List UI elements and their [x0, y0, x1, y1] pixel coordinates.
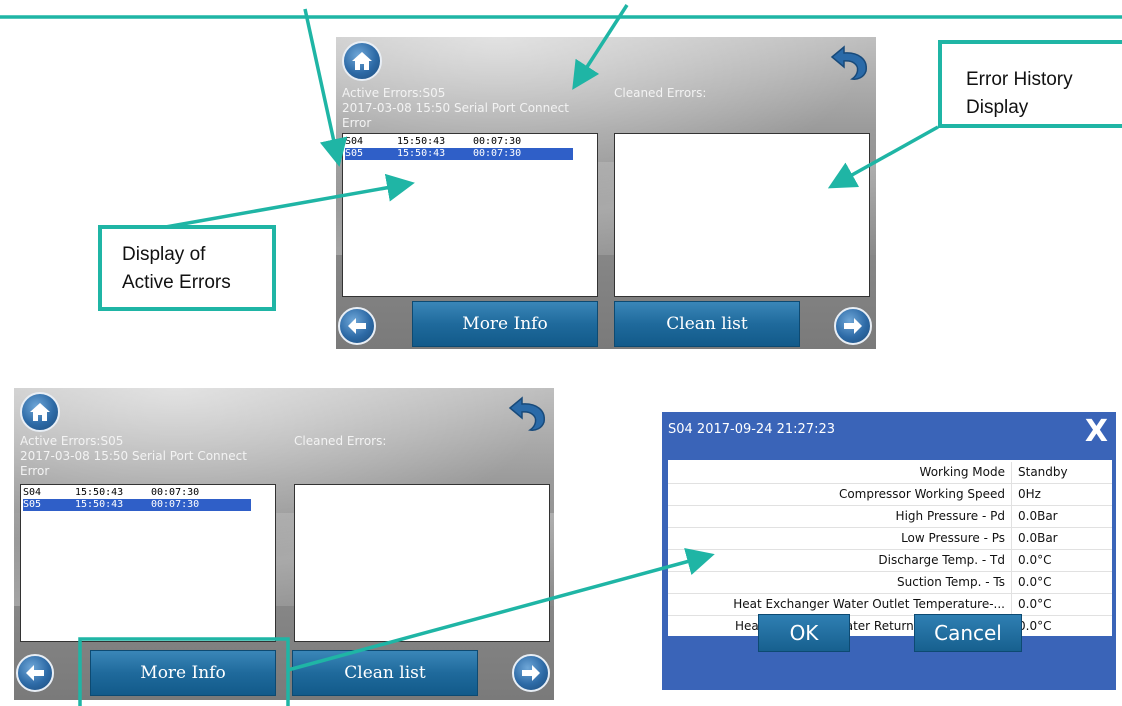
undo-icon[interactable] [826, 43, 872, 81]
home-icon [30, 403, 50, 421]
error-code: S05 [23, 499, 42, 510]
active-errors-label: Active Errors:S05 [342, 86, 446, 100]
undo-icon[interactable] [504, 394, 550, 432]
error-duration: 00:07:30 [473, 136, 522, 147]
cancel-button[interactable]: Cancel [914, 614, 1022, 652]
row-value: 0Hz [1018, 487, 1041, 501]
next-page-button[interactable] [834, 307, 872, 345]
arrow-left-icon [26, 665, 44, 681]
callout-active-errors: Display of Active Errors [98, 225, 276, 311]
error-duration: 00:07:30 [151, 487, 200, 498]
active-errors-list[interactable]: S04 15:50:43 00:07:30 S05 15:50:43 00:07… [342, 133, 598, 297]
arrow-left-icon [348, 318, 366, 334]
home-button[interactable] [20, 392, 60, 432]
arrow-right-icon [844, 318, 862, 334]
error-code: S04 [345, 136, 364, 147]
row-value: 0.0Bar [1018, 531, 1058, 545]
callout-active-line2: Active Errors [122, 272, 231, 293]
table-row: Heat Exchanger Water Outlet Temperature-… [668, 594, 1112, 616]
table-row: Suction Temp. - Ts 0.0°C [668, 572, 1112, 594]
error-screen-top: Active Errors:S05 2017-03-08 15:50 Seria… [336, 37, 876, 349]
row-label: Heat Exchanger Water Outlet Temperature-… [668, 594, 1012, 615]
detail-table[interactable]: Working Mode Standby Compressor Working … [668, 460, 1112, 636]
home-icon [352, 52, 372, 70]
error-detail-dialog: S04 2017-09-24 21:27:23 X Working Mode S… [662, 412, 1116, 690]
cleaned-errors-list[interactable] [294, 484, 550, 642]
prev-page-button[interactable] [16, 654, 54, 692]
callout-history-line2: Display [966, 97, 1029, 118]
table-row: Discharge Temp. - Td 0.0°C [668, 550, 1112, 572]
error-duration: 00:07:30 [473, 148, 522, 159]
row-label: Low Pressure - Ps [668, 528, 1012, 549]
prev-page-button[interactable] [338, 307, 376, 345]
table-row: Low Pressure - Ps 0.0Bar [668, 528, 1112, 550]
ok-button[interactable]: OK [758, 614, 850, 652]
clean-list-button[interactable]: Clean list [614, 301, 800, 347]
error-time: 15:50:43 [75, 487, 124, 498]
row-label: Working Mode [668, 462, 1012, 483]
row-label: Discharge Temp. - Td [668, 550, 1012, 571]
arrow-right-icon [522, 665, 540, 681]
annotation-arrow-list [303, 8, 348, 167]
list-item[interactable]: S04 15:50:43 00:07:30 [345, 136, 575, 148]
row-label: Compressor Working Speed [668, 484, 1012, 505]
dialog-title: S04 2017-09-24 21:27:23 [668, 422, 835, 437]
clean-list-button[interactable]: Clean list [292, 650, 478, 696]
cleaned-errors-label: Cleaned Errors: [614, 86, 707, 100]
row-value: 0.0°C [1018, 553, 1052, 567]
row-value: 0.0°C [1018, 597, 1052, 611]
active-error-message-cont: Error [20, 464, 50, 478]
list-item[interactable]: S05 15:50:43 00:07:30 [23, 499, 251, 511]
error-time: 15:50:43 [75, 499, 124, 510]
table-row: High Pressure - Pd 0.0Bar [668, 506, 1112, 528]
cleaned-errors-list[interactable] [614, 133, 870, 297]
row-label: Suction Temp. - Ts [668, 572, 1012, 593]
list-item[interactable]: S04 15:50:43 00:07:30 [23, 487, 253, 499]
error-time: 15:50:43 [397, 136, 446, 147]
active-error-message: 2017-03-08 15:50 Serial Port Connect [20, 449, 247, 463]
active-error-message-cont: Error [342, 116, 372, 130]
table-row: Heat Exchanger Water Return Temperature.… [668, 616, 1112, 636]
error-duration: 00:07:30 [151, 499, 200, 510]
list-item[interactable]: S05 15:50:43 00:07:30 [345, 148, 573, 160]
table-row: Working Mode Standby [668, 462, 1112, 484]
more-info-button[interactable]: More Info [90, 650, 276, 696]
row-value: 0.0°C [1018, 619, 1052, 633]
more-info-button[interactable]: More Info [412, 301, 598, 347]
error-time: 15:50:43 [397, 148, 446, 159]
active-errors-list[interactable]: S04 15:50:43 00:07:30 S05 15:50:43 00:07… [20, 484, 276, 642]
active-error-message: 2017-03-08 15:50 Serial Port Connect [342, 101, 569, 115]
error-code: S05 [345, 148, 364, 159]
next-page-button[interactable] [512, 654, 550, 692]
error-screen-bottom: Active Errors:S05 2017-03-08 15:50 Seria… [14, 388, 554, 700]
row-value: 0.0Bar [1018, 509, 1058, 523]
active-errors-label: Active Errors:S05 [20, 434, 124, 448]
cleaned-errors-label: Cleaned Errors: [294, 434, 387, 448]
table-row: Compressor Working Speed 0Hz [668, 484, 1112, 506]
close-button[interactable]: X [1085, 414, 1108, 450]
home-button[interactable] [342, 41, 382, 81]
row-label: High Pressure - Pd [668, 506, 1012, 527]
row-value: 0.0°C [1018, 575, 1052, 589]
callout-active-line1: Display of [122, 244, 206, 265]
callout-error-history: Error History Display [938, 40, 1122, 128]
error-code: S04 [23, 487, 42, 498]
callout-history-line1: Error History [966, 69, 1073, 90]
row-value: Standby [1018, 465, 1068, 479]
